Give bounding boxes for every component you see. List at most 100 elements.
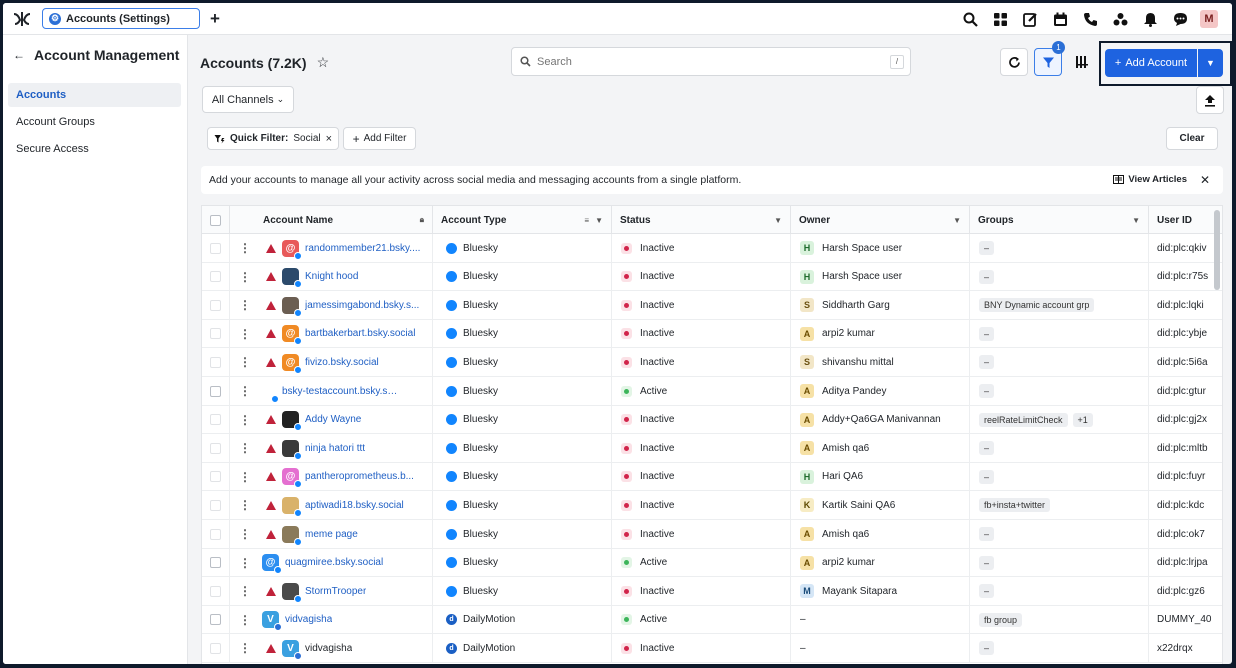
kebab-menu-icon[interactable]: ⋮ bbox=[239, 441, 251, 455]
group-chip[interactable]: fb+insta+twitter bbox=[979, 498, 1051, 513]
search-input[interactable] bbox=[537, 55, 884, 68]
account-name-link[interactable]: vidvagisha bbox=[305, 643, 352, 654]
table-row[interactable]: ⋮ ninja hatori ttt Bluesky Inactive A Amish q… bbox=[202, 434, 1222, 463]
row-checkbox[interactable] bbox=[210, 356, 221, 368]
kebab-menu-icon[interactable]: ⋮ bbox=[239, 527, 251, 541]
account-name-link[interactable]: vidvagisha bbox=[285, 614, 332, 625]
table-row[interactable]: ⋮ @ quagmiree.bsky.social Bluesky Active Aarp… bbox=[202, 548, 1222, 578]
account-name-link[interactable]: ninja hatori ttt bbox=[305, 443, 365, 454]
kebab-menu-icon[interactable]: ⋮ bbox=[239, 613, 251, 627]
table-row[interactable]: ⋮ @ randommember21.bsky.... Bluesky Inactive… bbox=[202, 234, 1222, 263]
row-checkbox[interactable] bbox=[210, 271, 221, 283]
row-checkbox[interactable] bbox=[210, 242, 221, 254]
shapes-icon[interactable] bbox=[1110, 9, 1130, 29]
add-account-button[interactable]: + Add Account bbox=[1105, 49, 1197, 77]
column-settings-button[interactable] bbox=[1068, 48, 1096, 76]
table-row[interactable]: ⋮ @ pantheroprometheus.b... Bluesky Inactive… bbox=[202, 462, 1222, 492]
account-name-link[interactable]: aptiwadi18.bsky.social bbox=[305, 500, 404, 511]
channels-dropdown[interactable]: All Channels ⌄ bbox=[202, 86, 294, 113]
back-arrow-icon[interactable]: ← bbox=[13, 48, 25, 62]
calendar-icon[interactable] bbox=[1050, 9, 1070, 29]
account-name-link[interactable]: bsky-testaccount.bsky.social bbox=[282, 386, 402, 397]
table-row[interactable]: ⋮ @ fivizo.bsky.social Bluesky Inactive Sshiv… bbox=[202, 348, 1222, 377]
chevron-down-icon[interactable]: ▼ bbox=[953, 216, 961, 225]
view-articles-link[interactable]: View Articles bbox=[1113, 174, 1187, 185]
row-checkbox[interactable] bbox=[210, 442, 221, 454]
row-checkbox[interactable] bbox=[210, 328, 221, 340]
column-header-account-type[interactable]: Account Type ≡ ▼ bbox=[433, 206, 612, 234]
row-checkbox[interactable] bbox=[210, 585, 221, 597]
kebab-menu-icon[interactable]: ⋮ bbox=[239, 355, 251, 369]
quick-filter-chip[interactable]: Quick Filter: Social × bbox=[207, 127, 340, 150]
kebab-menu-icon[interactable]: ⋮ bbox=[239, 584, 251, 598]
group-chip[interactable]: fb group bbox=[979, 612, 1023, 627]
table-scrollbar[interactable] bbox=[1214, 210, 1220, 290]
row-checkbox[interactable] bbox=[210, 499, 221, 511]
add-filter-button[interactable]: + Add Filter bbox=[343, 127, 416, 150]
table-row[interactable]: ⋮ aptiwadi18.bsky.social Bluesky Inactive K K… bbox=[202, 491, 1222, 520]
account-name-link[interactable]: StormTrooper bbox=[305, 586, 366, 597]
account-name-link[interactable]: Knight hood bbox=[305, 271, 358, 282]
phone-icon[interactable] bbox=[1080, 9, 1100, 29]
search-icon[interactable] bbox=[960, 9, 980, 29]
user-avatar[interactable]: M bbox=[1200, 10, 1218, 28]
search-bar[interactable]: / bbox=[511, 47, 911, 76]
row-checkbox[interactable] bbox=[210, 299, 221, 311]
kebab-menu-icon[interactable]: ⋮ bbox=[239, 413, 251, 427]
sidebar-item-secure-access[interactable]: Secure Access bbox=[8, 137, 181, 161]
table-row[interactable]: ⋮ StormTrooper Bluesky Inactive M Mayank Sita… bbox=[202, 577, 1222, 606]
compose-icon[interactable] bbox=[1020, 9, 1040, 29]
sidebar-item-account-groups[interactable]: Account Groups bbox=[8, 110, 181, 134]
kebab-menu-icon[interactable]: ⋮ bbox=[239, 298, 251, 312]
clear-button[interactable]: Clear bbox=[1166, 127, 1218, 150]
table-row[interactable]: ⋮ meme page Bluesky Inactive A Amish qa6 – did:… bbox=[202, 520, 1222, 549]
row-checkbox[interactable] bbox=[210, 385, 221, 397]
account-name-link[interactable]: jamessimgabond.bsky.s... bbox=[305, 300, 419, 311]
table-row[interactable]: ⋮ bsky-testaccount.bsky.social Bluesky Acti… bbox=[202, 377, 1222, 406]
account-name-link[interactable]: pantheroprometheus.b... bbox=[305, 471, 414, 482]
star-icon[interactable]: ☆ bbox=[317, 54, 330, 71]
account-name-link[interactable]: Addy Wayne bbox=[305, 414, 361, 425]
table-row[interactable]: ⋮ Addy Wayne Bluesky Inactive A Addy+Qa6GA Ma… bbox=[202, 405, 1222, 435]
sidebar-item-accounts[interactable]: Accounts bbox=[8, 83, 181, 107]
column-header-user-id[interactable]: User ID bbox=[1149, 206, 1222, 234]
kebab-menu-icon[interactable]: ⋮ bbox=[239, 641, 251, 655]
table-row[interactable]: ⋮ Vvidvagisha d DailyMotion Inactive – – x22drq… bbox=[202, 634, 1222, 663]
sort-icon[interactable]: ≡ bbox=[584, 216, 589, 225]
new-tab-button[interactable]: + bbox=[205, 8, 225, 29]
column-header-owner[interactable]: Owner ▼ bbox=[791, 206, 970, 234]
row-checkbox[interactable] bbox=[210, 528, 221, 540]
chevron-down-icon[interactable]: ▼ bbox=[1132, 216, 1140, 225]
row-checkbox[interactable] bbox=[210, 557, 221, 569]
tab-accounts-settings[interactable]: ⚙ Accounts (Settings) bbox=[42, 8, 200, 29]
filter-button[interactable]: 1 bbox=[1034, 41, 1065, 76]
close-icon[interactable]: × bbox=[326, 133, 332, 145]
chat-icon[interactable] bbox=[1170, 9, 1190, 29]
account-name-link[interactable]: quagmiree.bsky.social bbox=[285, 557, 383, 568]
bell-icon[interactable] bbox=[1140, 9, 1160, 29]
row-checkbox[interactable] bbox=[210, 471, 221, 483]
column-header-account-name[interactable]: Account Name 🔒︎ bbox=[230, 206, 433, 234]
account-name-link[interactable]: bartbakerbart.bsky.social bbox=[305, 328, 415, 339]
sprinklr-logo-icon[interactable] bbox=[12, 10, 32, 28]
kebab-menu-icon[interactable]: ⋮ bbox=[239, 241, 251, 255]
kebab-menu-icon[interactable]: ⋮ bbox=[239, 327, 251, 341]
kebab-menu-icon[interactable]: ⋮ bbox=[239, 498, 251, 512]
chevron-down-icon[interactable]: ▼ bbox=[595, 216, 603, 225]
column-header-groups[interactable]: Groups ▼ bbox=[970, 206, 1149, 234]
row-checkbox[interactable] bbox=[210, 642, 221, 654]
row-checkbox[interactable] bbox=[210, 414, 221, 426]
apps-grid-icon[interactable] bbox=[990, 9, 1010, 29]
table-row[interactable]: ⋮ Vvidvagisha d DailyMotion Active – fb group D… bbox=[202, 605, 1222, 635]
kebab-menu-icon[interactable]: ⋮ bbox=[239, 470, 251, 484]
kebab-menu-icon[interactable]: ⋮ bbox=[239, 270, 251, 284]
row-checkbox[interactable] bbox=[210, 614, 221, 626]
account-name-link[interactable]: randommember21.bsky.... bbox=[305, 243, 420, 254]
table-row[interactable]: ⋮ Knight hood Bluesky Inactive H Harsh Space … bbox=[202, 262, 1222, 292]
table-row[interactable]: ⋮ jamessimgabond.bsky.s... Bluesky Inactive… bbox=[202, 291, 1222, 320]
add-account-dropdown-button[interactable]: ▼ bbox=[1198, 49, 1223, 77]
close-icon[interactable]: ✕ bbox=[1200, 173, 1210, 187]
export-button[interactable] bbox=[1196, 86, 1224, 114]
select-all-checkbox[interactable] bbox=[210, 214, 221, 226]
column-header-status[interactable]: Status ▼ bbox=[612, 206, 791, 234]
